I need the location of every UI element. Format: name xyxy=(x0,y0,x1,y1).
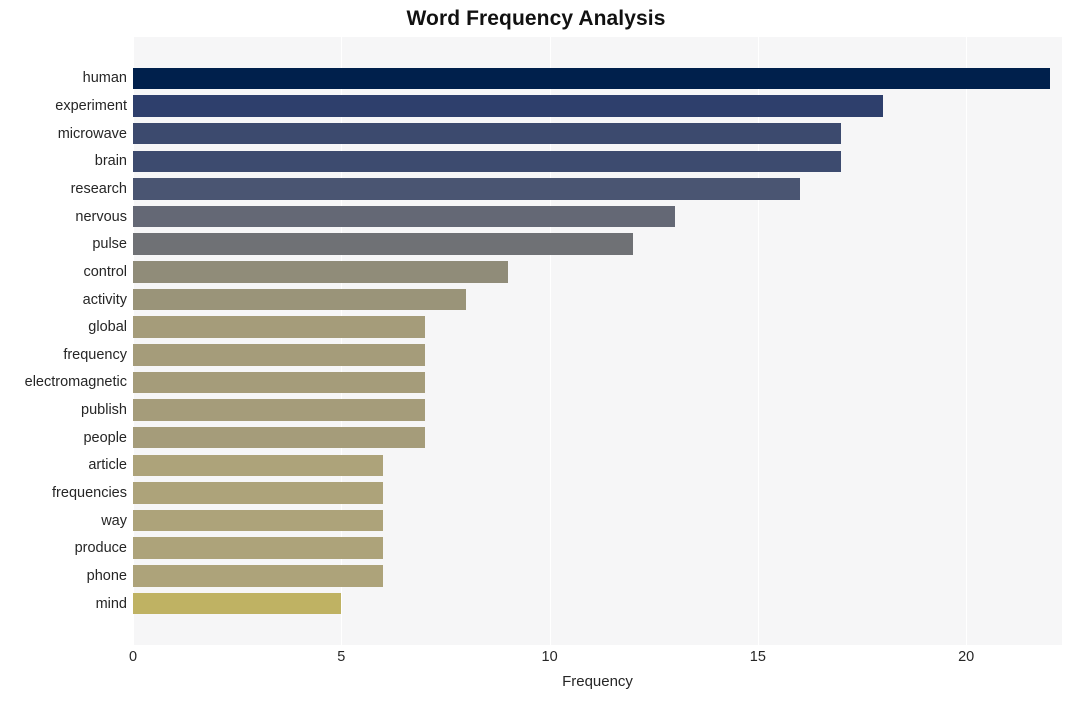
bar-row xyxy=(133,344,1062,366)
y-tick-label-publish: publish xyxy=(81,402,127,419)
bar-research xyxy=(133,178,800,200)
bar-activity xyxy=(133,288,467,311)
bar-experiment xyxy=(133,95,883,117)
x-tick-label-5: 5 xyxy=(337,649,346,665)
y-tick-label-nervous: nervous xyxy=(75,208,127,225)
bar-row xyxy=(133,426,1062,449)
bar-row xyxy=(133,150,1062,173)
bar-row xyxy=(133,371,1062,394)
y-tick-label-human: human xyxy=(82,70,127,87)
chart-container: Word Frequency Analysis human experiment m… xyxy=(0,0,1072,701)
y-tick-label-mind: mind xyxy=(95,595,127,612)
bar-row xyxy=(133,233,1062,256)
y-axis-labels: human experiment microwave brain research ner… xyxy=(0,37,127,645)
bar-brain xyxy=(133,150,842,173)
bar-row xyxy=(133,482,1062,504)
bar-row xyxy=(133,205,1062,228)
bar-control xyxy=(133,261,508,283)
y-tick-label-produce: produce xyxy=(74,540,127,557)
bar-row xyxy=(133,122,1062,145)
y-tick-label-phone: phone xyxy=(86,567,127,584)
y-tick-label-people: people xyxy=(83,429,127,446)
y-tick-label-activity: activity xyxy=(82,291,127,308)
chart-title: Word Frequency Analysis xyxy=(406,7,666,30)
x-tick-label-10: 10 xyxy=(541,649,558,665)
bar-row xyxy=(133,95,1062,117)
bar-global xyxy=(133,316,425,338)
bar-row xyxy=(133,509,1062,532)
y-tick-label-way: way xyxy=(101,512,127,529)
bar-article xyxy=(133,454,383,477)
x-tick-label-20: 20 xyxy=(958,649,975,665)
y-tick-label-electromagnetic: electromagnetic xyxy=(24,374,127,391)
y-tick-label-pulse: pulse xyxy=(92,236,127,253)
bar-row xyxy=(133,454,1062,477)
x-tick-label-0: 0 xyxy=(128,649,138,665)
bar-phone xyxy=(133,565,383,587)
bar-produce xyxy=(133,537,383,560)
y-tick-label-frequency: frequency xyxy=(63,346,127,363)
x-axis-title: Frequency xyxy=(562,673,633,690)
bar-pulse xyxy=(133,233,633,256)
y-tick-label-microwave: microwave xyxy=(57,125,127,142)
bar-row xyxy=(133,399,1062,421)
bar-row xyxy=(133,565,1062,587)
x-axis-tick-labels: 0 5 10 15 20 xyxy=(0,648,1072,670)
y-tick-label-article: article xyxy=(88,457,127,474)
y-tick-label-global: global xyxy=(88,319,127,336)
bar-row xyxy=(133,316,1062,338)
bar-people xyxy=(133,426,425,449)
y-tick-label-control: control xyxy=(83,263,127,280)
bar-row xyxy=(133,537,1062,560)
bar-way xyxy=(133,509,383,532)
y-tick-label-research: research xyxy=(70,181,127,197)
bar-frequencies xyxy=(133,482,383,504)
bar-row xyxy=(133,178,1062,200)
bar-human xyxy=(133,67,1050,90)
bars-layer xyxy=(133,37,1062,645)
y-tick-label-experiment: experiment xyxy=(55,98,127,115)
bar-mind xyxy=(133,592,342,615)
bar-publish xyxy=(133,399,425,421)
bar-electromagnetic xyxy=(133,371,425,394)
x-tick-label-15: 15 xyxy=(749,649,766,665)
bar-row xyxy=(133,592,1062,615)
bar-frequency xyxy=(133,344,425,366)
bar-nervous xyxy=(133,205,675,228)
bar-row xyxy=(133,261,1062,283)
bar-row xyxy=(133,288,1062,311)
plot-area xyxy=(133,37,1062,645)
y-tick-label-frequencies: frequencies xyxy=(52,485,127,501)
y-tick-label-brain: brain xyxy=(94,153,127,170)
bar-row xyxy=(133,67,1062,90)
bar-microwave xyxy=(133,122,842,145)
